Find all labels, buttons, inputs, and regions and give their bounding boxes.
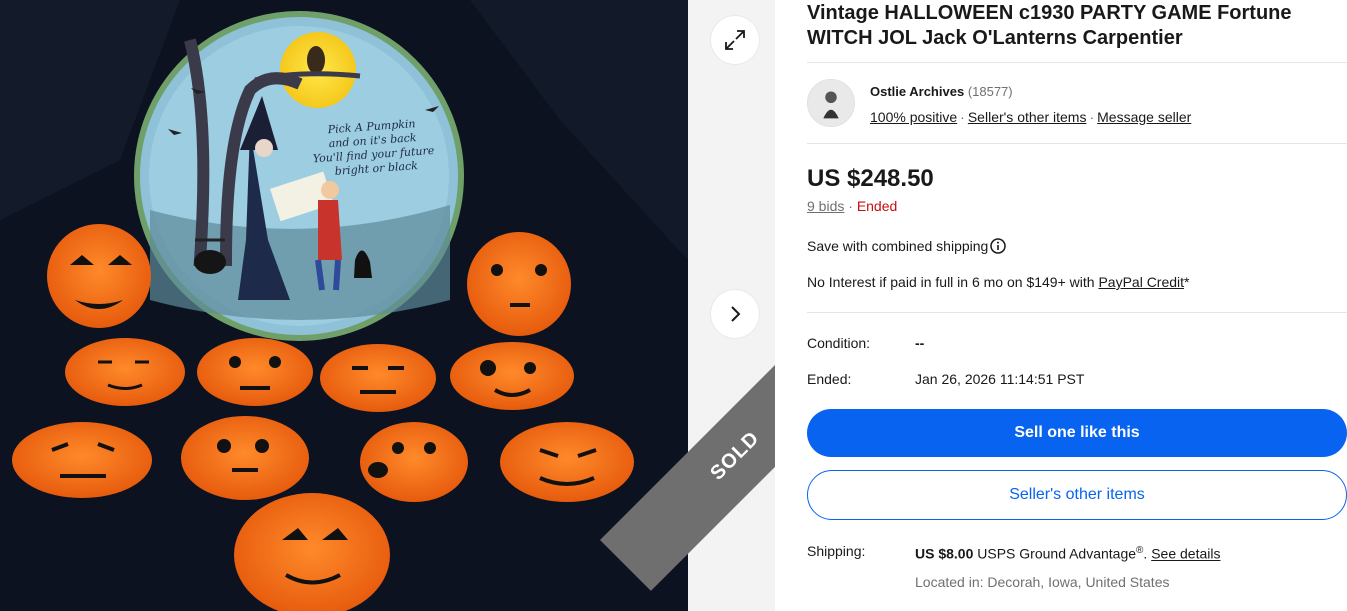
- seller-avatar[interactable]: [807, 79, 855, 127]
- ended-label: Ended:: [807, 371, 852, 387]
- bids-row: 9 bids · Ended: [807, 197, 1347, 215]
- located-label: Located in:: [915, 573, 988, 590]
- separator-dot: ·: [960, 109, 965, 125]
- sellers-other-items-button[interactable]: Seller's other items: [807, 470, 1347, 520]
- seller-meta: Ostlie Archives (18577) 100% positive · Se…: [870, 79, 1191, 128]
- condition-row: Condition: --: [807, 333, 1347, 353]
- positive-feedback-link[interactable]: 100% positive: [870, 109, 957, 125]
- image-gallery: Pick A Pumpkin and on it's back You'll f…: [0, 0, 775, 611]
- bids-link[interactable]: 9 bids: [807, 198, 844, 214]
- asterisk: *: [1184, 274, 1190, 290]
- condition-label: Condition:: [807, 335, 871, 351]
- game-board: Pick A Pumpkin and on it's back You'll f…: [134, 11, 464, 341]
- combined-shipping-text: Save with combined shipping: [807, 238, 989, 254]
- separator-dot: ·: [1089, 109, 1095, 125]
- see-details-link[interactable]: See details: [1151, 546, 1220, 562]
- chevron-right-icon: [731, 306, 741, 322]
- shipping-service: USPS Ground Advantage: [973, 545, 1137, 562]
- avatar-image: [808, 80, 854, 126]
- shipping-price: US $8.00: [915, 545, 974, 562]
- located-value: Decorah, Iowa, United States: [987, 573, 1170, 590]
- auction-status: Ended: [856, 198, 898, 214]
- sold-label: SOLD: [705, 426, 764, 485]
- financing-offer: No Interest if paid in full in 6 mo on $…: [807, 272, 1347, 292]
- financing-text: No Interest if paid in full in 6 mo on $…: [807, 274, 1099, 290]
- expand-image-button[interactable]: [711, 16, 759, 64]
- halloween-game-photo: Pick A Pumpkin and on it's back You'll f…: [0, 0, 688, 611]
- seller-links: 100% positive · Seller's other items · Messa…: [870, 106, 1191, 128]
- shipping-row: Shipping: US $8.00 USPS Ground Advantage…: [807, 541, 1347, 592]
- item-location: Located in: Decorah, Iowa, United States: [915, 572, 1220, 592]
- next-image-button[interactable]: [711, 290, 759, 338]
- seller-name[interactable]: Ostlie Archives: [870, 84, 964, 99]
- sell-one-like-this-button[interactable]: Sell one like this: [807, 409, 1347, 457]
- paypal-credit-link[interactable]: PayPal Credit: [1098, 274, 1184, 290]
- listing-photo[interactable]: Pick A Pumpkin and on it's back You'll f…: [0, 0, 688, 611]
- item-price: US $248.50: [807, 165, 934, 192]
- listing-info-panel: Vintage HALLOWEEN c1930 PARTY GAME Fortu…: [807, 0, 1347, 611]
- divider: [807, 312, 1347, 313]
- seller-name-row: Ostlie Archives (18577): [870, 83, 1191, 101]
- separator-dot: ·: [848, 198, 853, 214]
- shipping-line: US $8.00 USPS Ground Advantage®. See det…: [915, 541, 1220, 564]
- shipping-details: US $8.00 USPS Ground Advantage®. See det…: [915, 541, 1220, 592]
- seller-card: Ostlie Archives (18577) 100% positive · Se…: [807, 63, 1347, 143]
- title-line-1: Vintage HALLOWEEN c1930 PARTY GAME Fortu…: [807, 2, 1292, 24]
- ended-value: Jan 26, 2026 11:14:51 PST: [915, 371, 1085, 387]
- sellers-other-items-link[interactable]: Seller's other items: [968, 109, 1087, 125]
- condition-value: --: [915, 335, 925, 351]
- combined-shipping: Save with combined shipping: [807, 236, 1347, 256]
- title-line-2: WITCH JOL Jack O'Lanterns Carpentier: [807, 27, 1183, 49]
- listing-title: Vintage HALLOWEEN c1930 PARTY GAME Fortu…: [807, 1, 1347, 51]
- message-seller-link[interactable]: Message seller: [1097, 109, 1191, 125]
- info-icon[interactable]: [990, 238, 1007, 254]
- seller-feedback-count: (18577): [967, 84, 1013, 99]
- expand-icon: [725, 30, 745, 50]
- divider: [807, 143, 1347, 144]
- shipping-label: Shipping:: [807, 543, 866, 559]
- ended-row: Ended: Jan 26, 2026 11:14:51 PST: [807, 369, 1347, 389]
